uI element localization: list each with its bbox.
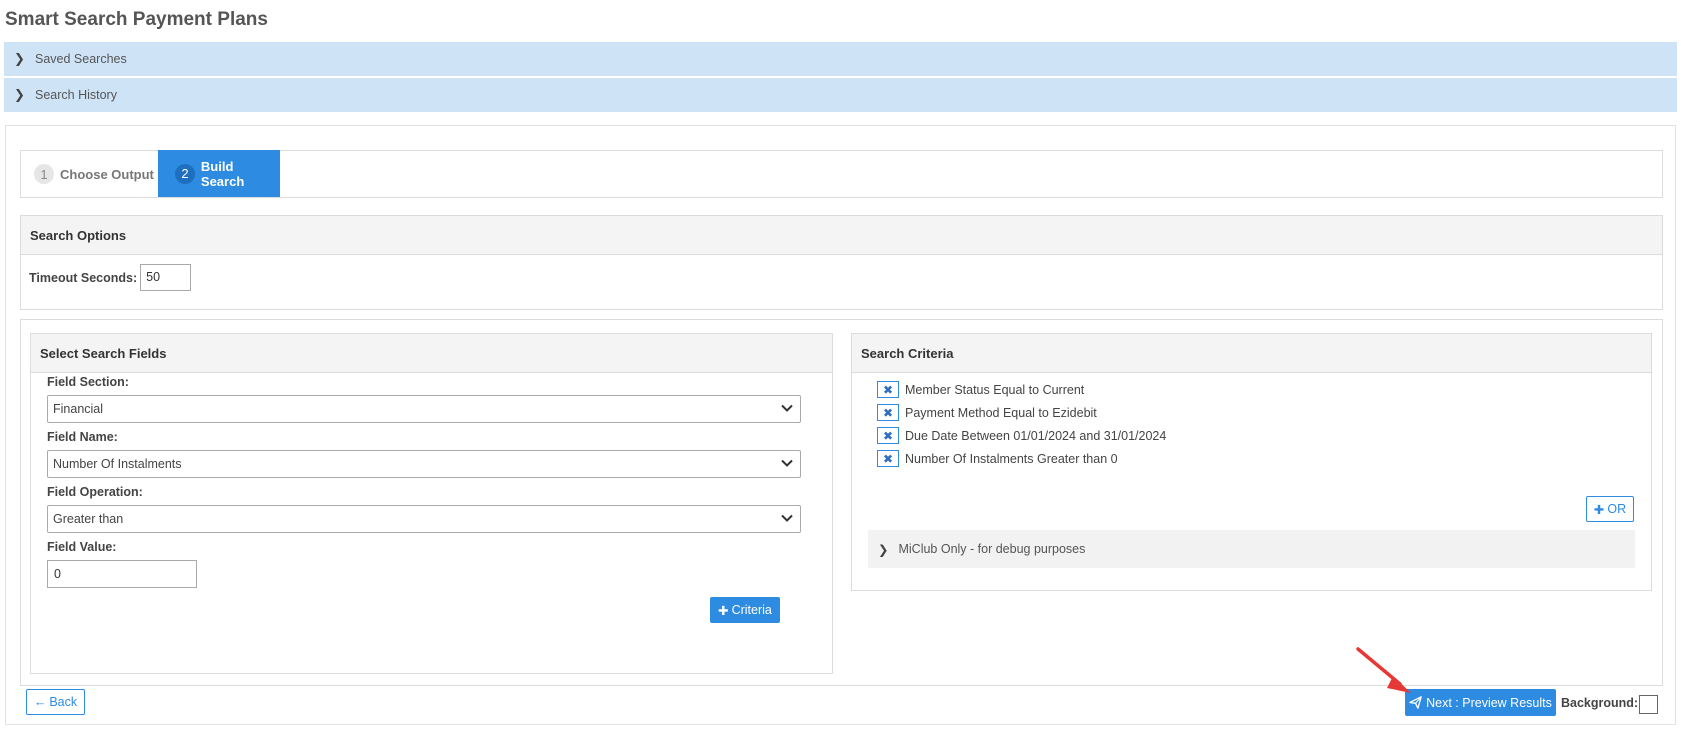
accordion-label: Search History bbox=[35, 88, 117, 102]
timeout-label: Timeout Seconds: bbox=[29, 270, 138, 285]
panel-title: Search Criteria bbox=[852, 334, 1651, 373]
step-number: 1 bbox=[34, 164, 54, 184]
step-choose-output[interactable]: 1 Choose Output bbox=[34, 151, 154, 197]
field-operation-select[interactable]: Greater than bbox=[47, 505, 801, 533]
criteria-text: Number Of Instalments Greater than 0 bbox=[905, 451, 1118, 466]
background-checkbox[interactable] bbox=[1639, 695, 1658, 714]
remove-criteria-icon[interactable]: ✖ bbox=[877, 381, 899, 398]
accordion-search-history[interactable]: ❯ Search History bbox=[4, 78, 1677, 113]
debug-label: MiClub Only - for debug purposes bbox=[898, 542, 1086, 556]
chevron-down-icon bbox=[781, 459, 793, 467]
criteria-text: Payment Method Equal to Ezidebit bbox=[905, 405, 1097, 420]
add-criteria-button[interactable]: ✚ Criteria bbox=[710, 597, 780, 623]
criteria-item: ✖ Member Status Equal to Current bbox=[877, 381, 1084, 398]
criteria-item: ✖ Payment Method Equal to Ezidebit bbox=[877, 404, 1097, 421]
add-or-group-button[interactable]: ✚ OR bbox=[1586, 496, 1634, 522]
step-label: Choose Output bbox=[60, 166, 154, 182]
field-name-label: Field Name: bbox=[47, 430, 118, 444]
or-label: OR bbox=[1607, 502, 1627, 516]
chevron-down-icon bbox=[781, 404, 793, 412]
step-number: 2 bbox=[175, 163, 195, 184]
panel-title: Select Search Fields bbox=[31, 334, 832, 373]
chevron-right-icon: ❯ bbox=[14, 51, 25, 66]
field-section-value: Financial bbox=[53, 402, 104, 416]
step-label: Build Search bbox=[200, 158, 245, 189]
timeout-input[interactable]: 50 bbox=[140, 264, 192, 291]
field-name-select[interactable]: Number Of Instalments bbox=[47, 450, 801, 478]
field-value-label: Field Value: bbox=[47, 540, 117, 554]
plus-icon: ✚ bbox=[718, 603, 729, 618]
field-operation-label: Field Operation: bbox=[47, 485, 143, 499]
criteria-item: ✖ Due Date Between 01/01/2024 and 31/01/… bbox=[877, 427, 1166, 444]
plus-icon: ✚ bbox=[1593, 502, 1605, 517]
field-name-value: Number Of Instalments bbox=[53, 457, 182, 471]
search-criteria-panel: Search Criteria ✖ Member Status Equal to… bbox=[851, 333, 1652, 591]
step-build-search[interactable]: 2 Build Search bbox=[158, 150, 280, 197]
accordion-label: Saved Searches bbox=[35, 52, 127, 66]
field-section-select[interactable]: Financial bbox=[47, 395, 801, 423]
back-label: Back bbox=[49, 695, 78, 709]
arrow-left-icon: ← bbox=[33, 695, 47, 709]
chevron-right-icon: ❯ bbox=[878, 542, 889, 557]
chevron-right-icon: ❯ bbox=[14, 87, 25, 102]
background-label: Background: bbox=[1561, 696, 1639, 710]
debug-accordion[interactable]: ❯ MiClub Only - for debug purposes bbox=[868, 530, 1635, 568]
paper-plane-icon bbox=[1409, 696, 1422, 709]
back-button[interactable]: ← Back bbox=[26, 689, 85, 715]
panel-title: Search Options bbox=[21, 216, 1662, 255]
wizard-steps: 1 Choose Output 2 Build Search bbox=[20, 150, 1663, 198]
remove-criteria-icon[interactable]: ✖ bbox=[877, 450, 899, 467]
next-preview-results-button[interactable]: Next : Preview Results bbox=[1405, 689, 1556, 716]
next-label: Next : Preview Results bbox=[1426, 695, 1552, 710]
select-search-fields-panel: Select Search Fields Field Section: Fina… bbox=[30, 333, 833, 674]
accordion-saved-searches[interactable]: ❯ Saved Searches bbox=[4, 42, 1677, 77]
chevron-down-icon bbox=[781, 514, 793, 522]
field-section-label: Field Section: bbox=[47, 375, 129, 389]
criteria-text: Member Status Equal to Current bbox=[905, 382, 1085, 397]
field-operation-value: Greater than bbox=[53, 512, 124, 526]
criteria-text: Due Date Between 01/01/2024 and 31/01/20… bbox=[905, 428, 1167, 443]
add-criteria-label: Criteria bbox=[731, 603, 772, 617]
remove-criteria-icon[interactable]: ✖ bbox=[877, 404, 899, 421]
annotation-arrow-icon bbox=[1356, 647, 1411, 693]
page-title: Smart Search Payment Plans bbox=[5, 9, 268, 30]
field-value-input[interactable]: 0 bbox=[47, 560, 197, 588]
remove-criteria-icon[interactable]: ✖ bbox=[877, 427, 899, 444]
search-options-panel: Search Options Timeout Seconds: 50 bbox=[20, 215, 1663, 310]
criteria-item: ✖ Number Of Instalments Greater than 0 bbox=[877, 450, 1118, 467]
